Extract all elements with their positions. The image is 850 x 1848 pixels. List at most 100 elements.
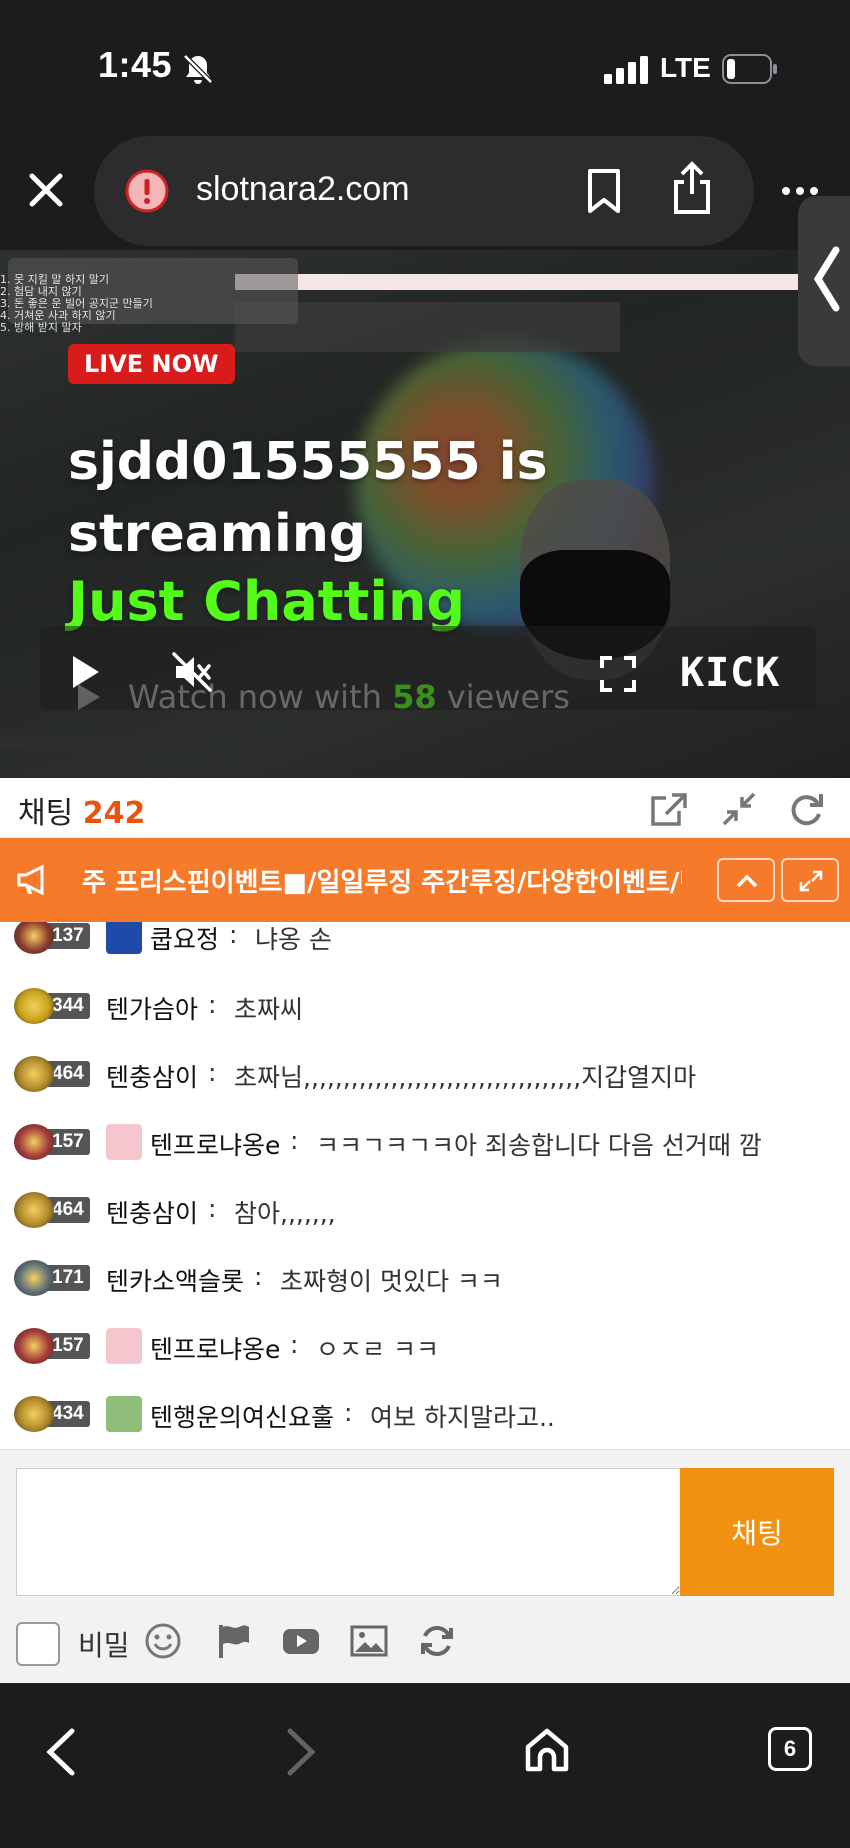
taskbar-strip: [0, 736, 135, 750]
chat-message: 157 텐프로냐옹e: ㅇㅈㄹ ㅋㅋ: [0, 1322, 850, 1370]
video-player[interactable]: 1. 못 지킬 말 하지 말기 2. 험담 내지 않기 3. 돈 좋은 운 빌어…: [0, 250, 850, 778]
play-icon[interactable]: [70, 654, 102, 690]
browser-toolbar: slotnara2.com: [0, 130, 850, 250]
side-panel-tab[interactable]: [798, 196, 850, 366]
avatar[interactable]: [106, 1124, 142, 1160]
chevron-up-icon: [736, 874, 758, 888]
avatar[interactable]: [106, 1396, 142, 1432]
level-badge: 137: [14, 922, 90, 954]
chat-message: 344 텐가슴아: 초짜씨: [0, 982, 850, 1030]
home-icon[interactable]: [524, 1727, 570, 1773]
fullscreen-icon[interactable]: [600, 656, 636, 692]
message-text: 참아,,,,,,,: [234, 1199, 336, 1228]
chat-message: 464 텐충삼이: 참아,,,,,,,: [0, 1186, 850, 1234]
message-username[interactable]: 텐가슴아: [106, 990, 198, 1026]
battery-icon: [722, 54, 777, 84]
status-time: 1:45: [98, 44, 173, 85]
message-separator: :: [344, 1398, 353, 1427]
message-username[interactable]: 텐충삼이: [106, 1058, 198, 1094]
level-badge: 171: [14, 1260, 90, 1296]
message-separator: :: [208, 1194, 217, 1223]
chat-message: 464 텐충삼이: 초짜님,,,,,,,,,,,,,,,,,,,,,,,,,,,,,…: [0, 1050, 850, 1098]
message-text: 초짜형이 멋있다 ㅋㅋ: [280, 1267, 503, 1296]
mute-icon[interactable]: [170, 650, 214, 694]
level-badge: 464: [14, 1056, 90, 1092]
message-text: 냐옹 손: [255, 925, 332, 954]
message-text: 여보 하지말라고..: [370, 1403, 555, 1432]
chat-messages[interactable]: 137 쿱요정: 냐옹 손 344 텐가슴아: 초짜씨 464 텐충삼이: 초짜님,,,,,,,…: [0, 922, 850, 1450]
message-text: ㅋㅋㄱㅋㄱㅋ아 죄송합니다 다음 선거때 깜: [316, 1131, 762, 1160]
chat-message: 434 텐행운의여신요훌: 여보 하지말라고..: [0, 1390, 850, 1438]
expand-icon: [799, 870, 823, 892]
live-badge: LIVE NOW: [68, 344, 235, 384]
level-badge: 344: [14, 988, 90, 1024]
stream-category[interactable]: Just Chatting: [68, 570, 465, 633]
bookmark-icon[interactable]: [584, 168, 624, 214]
secret-checkbox[interactable]: [16, 1622, 60, 1666]
signal-icon: [604, 56, 648, 84]
forward-icon[interactable]: [284, 1727, 320, 1777]
chat-label: 채팅: [18, 796, 74, 831]
watch-suffix: viewers: [446, 678, 570, 716]
level-badge: 464: [14, 1192, 90, 1228]
screen-strip: [235, 274, 800, 290]
message-separator: :: [208, 1058, 217, 1087]
address-bar[interactable]: slotnara2.com: [94, 136, 754, 246]
message-username[interactable]: 텐프로냐옹e: [150, 1330, 280, 1366]
badge-emblem-icon: [14, 988, 54, 1024]
network-type: LTE: [660, 52, 711, 83]
popout-icon[interactable]: [650, 792, 688, 826]
refresh-icon[interactable]: [788, 792, 824, 826]
badge-emblem-icon: [14, 1056, 54, 1092]
message-text: 초짜씨: [234, 995, 304, 1024]
notice-text: 주 프리스핀이벤트■/일일루징 주간루징/다양한이벤트/텐키: [82, 868, 682, 898]
notice-banner[interactable]: 주 프리스핀이벤트■/일일루징 주간루징/다양한이벤트/텐키: [0, 838, 850, 922]
share-icon[interactable]: [670, 160, 714, 216]
badge-emblem-icon: [14, 1328, 54, 1364]
emoji-icon[interactable]: [144, 1622, 182, 1660]
message-username[interactable]: 텐프로냐옹e: [150, 1126, 280, 1162]
viewer-count: 58: [392, 678, 437, 716]
overlay-rules: 1. 못 지킬 말 하지 말기 2. 험담 내지 않기 3. 돈 좋은 운 빌어…: [0, 274, 153, 334]
youtube-icon[interactable]: [282, 1622, 320, 1660]
level-badge: 157: [14, 1328, 90, 1364]
message-username[interactable]: 쿱요정: [150, 922, 219, 956]
message-username[interactable]: 텐충삼이: [106, 1194, 198, 1230]
message-username[interactable]: 텐행운의여신요훌: [150, 1398, 334, 1434]
tabs-button[interactable]: 6: [768, 1727, 812, 1771]
avatar[interactable]: [106, 922, 142, 954]
stream-title: sjdd01555555 is streaming: [68, 432, 548, 564]
badge-emblem-icon: [14, 922, 54, 954]
bell-slash-icon: [183, 54, 213, 84]
notice-collapse-button[interactable]: [717, 858, 775, 902]
shrink-icon[interactable]: [722, 792, 756, 826]
image-icon[interactable]: [350, 1622, 388, 1660]
level-badge: 434: [14, 1396, 90, 1432]
overlay-line: 5. 방해 받지 말자: [0, 321, 82, 334]
flag-icon[interactable]: [214, 1622, 252, 1660]
chat-input[interactable]: [16, 1468, 680, 1596]
chat-message: 137 쿱요정: 냐옹 손: [0, 922, 850, 960]
message-separator: :: [290, 1330, 299, 1359]
url-text[interactable]: slotnara2.com: [196, 170, 410, 209]
chat-header: 채팅 242: [0, 778, 850, 838]
avatar[interactable]: [106, 1328, 142, 1364]
chat-input-area: 채팅 비밀: [0, 1450, 850, 1683]
warning-icon[interactable]: [124, 168, 170, 214]
watch-prefix: Watch now with: [128, 678, 382, 716]
reload-icon[interactable]: [418, 1622, 456, 1660]
status-bar: 1:45 LTE: [0, 0, 850, 140]
browser-bottom-bar: 6: [0, 1683, 850, 1848]
badge-emblem-icon: [14, 1124, 54, 1160]
message-text: ㅇㅈㄹ ㅋㅋ: [316, 1335, 439, 1364]
send-button[interactable]: 채팅: [680, 1468, 834, 1596]
message-text: 초짜님,,,,,,,,,,,,,,,,,,,,,,,,,,,,,,,,,,,지갑…: [234, 1063, 697, 1092]
chat-title: 채팅 242: [18, 788, 145, 832]
close-icon[interactable]: [26, 170, 66, 210]
notice-expand-button[interactable]: [781, 858, 839, 902]
megaphone-icon: [17, 864, 44, 896]
badge-emblem-icon: [14, 1260, 54, 1296]
back-icon[interactable]: [42, 1727, 78, 1777]
chevron-left-icon: [813, 246, 840, 312]
message-username[interactable]: 텐카소액슬롯: [106, 1262, 244, 1298]
